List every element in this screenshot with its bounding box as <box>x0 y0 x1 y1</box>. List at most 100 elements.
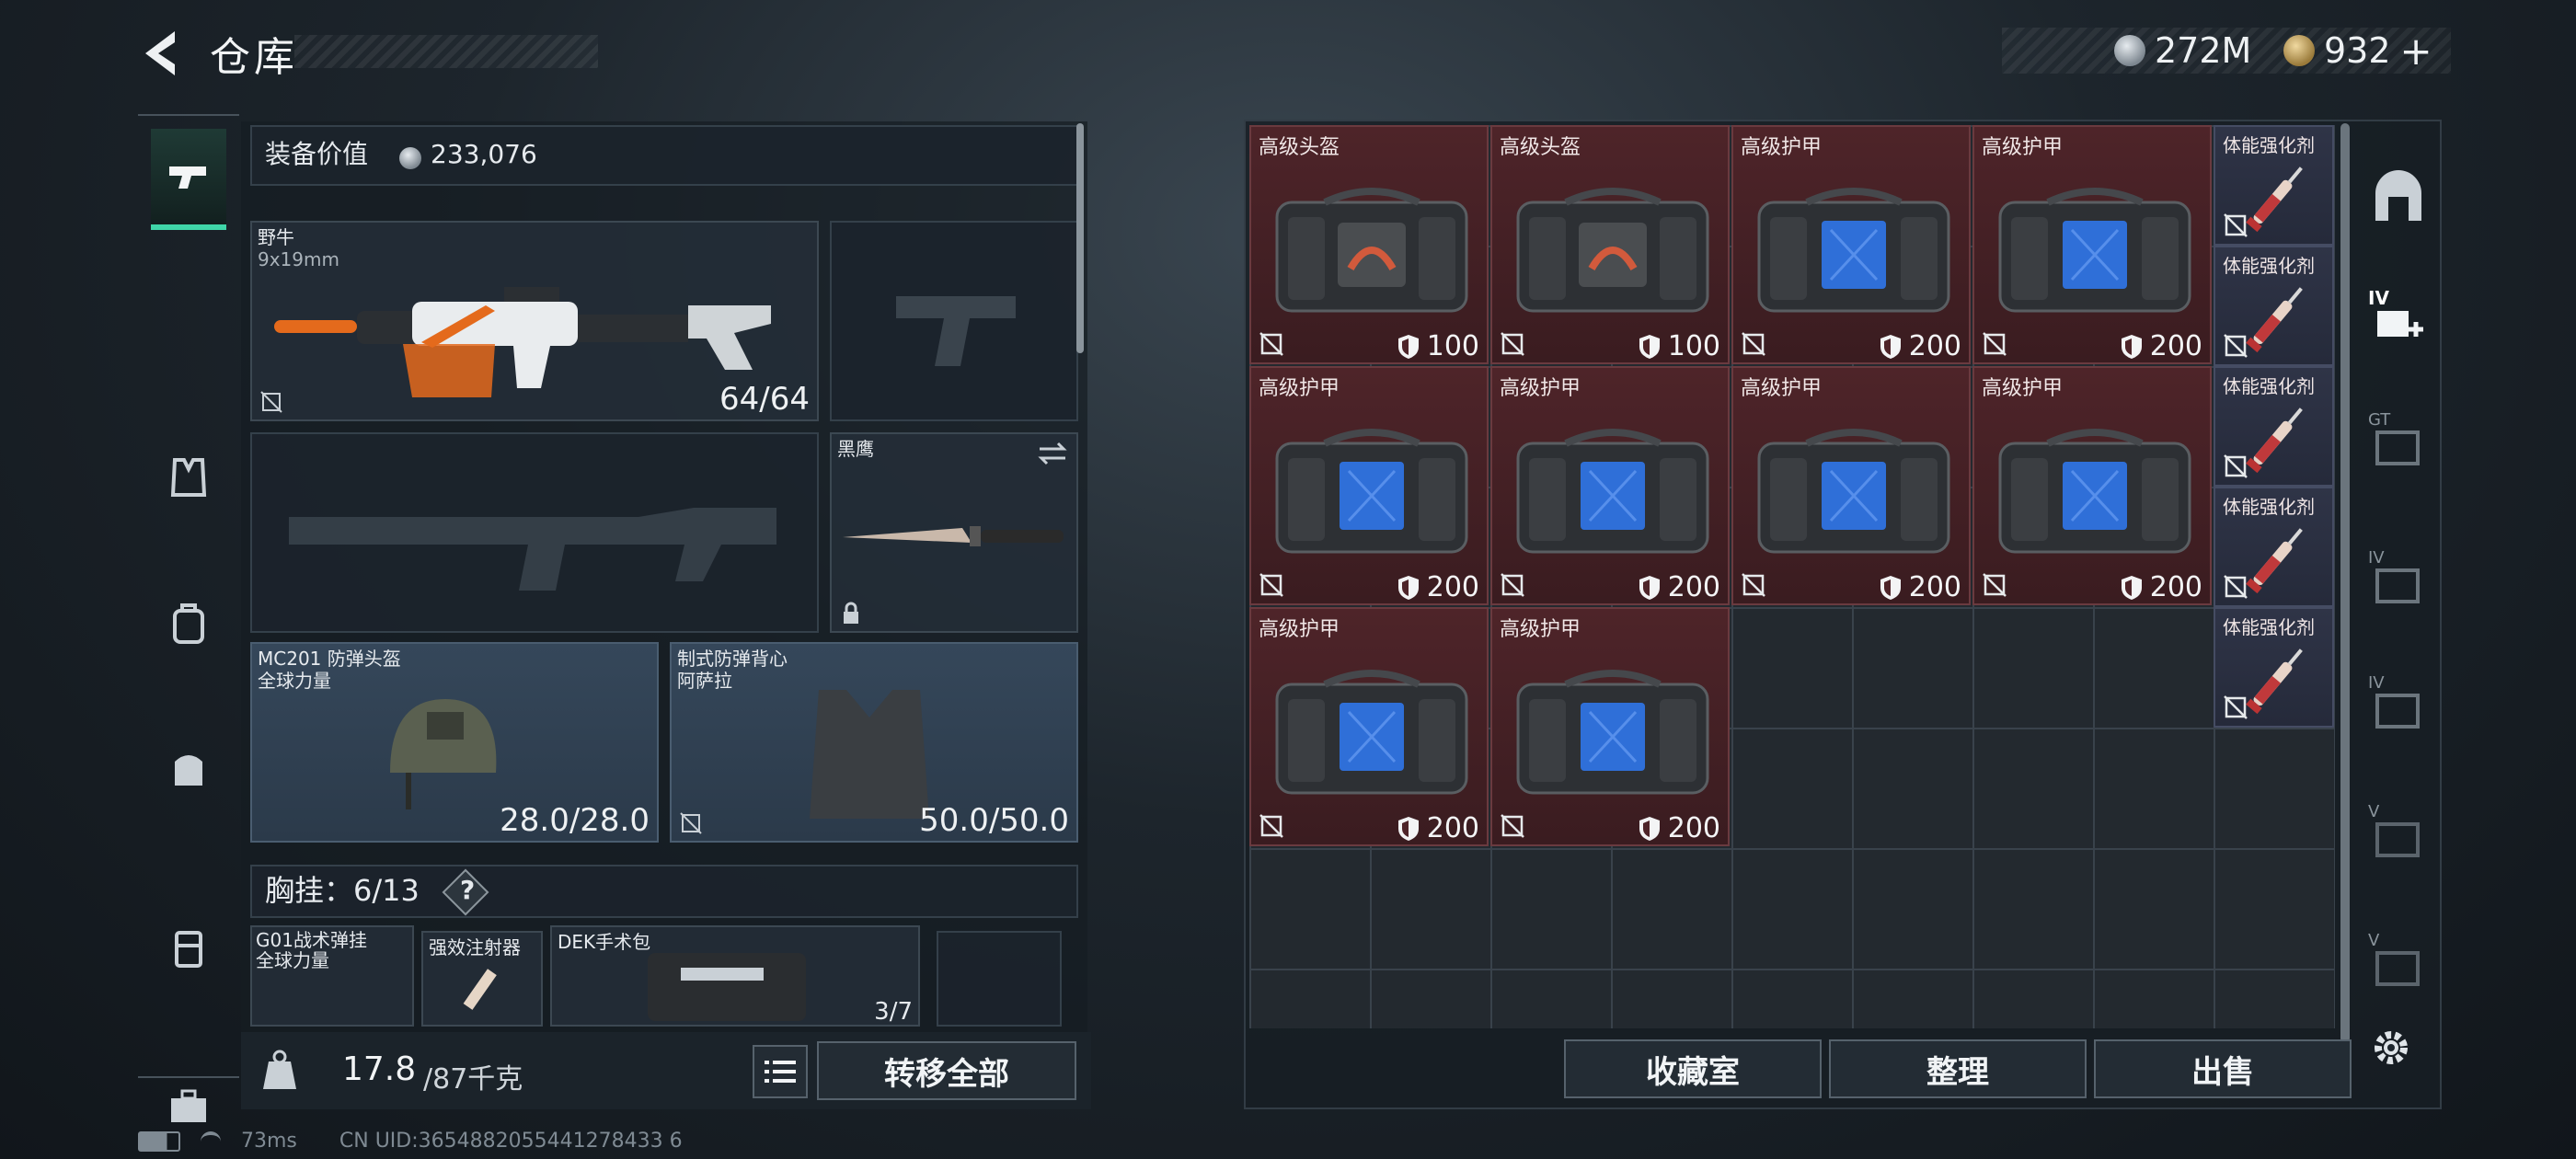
stash-page-5[interactable]: V <box>2368 802 2429 863</box>
locked-page-icon <box>2375 822 2420 857</box>
item-name: 高级护甲 <box>1259 618 1340 641</box>
sell-button[interactable]: 出售 <box>2094 1039 2352 1098</box>
item-durability: 100 <box>1639 330 1720 362</box>
helmet-slot[interactable]: MC201 防弹头盔 全球力量 28.0/28.0 <box>250 642 659 843</box>
armor-bag-icon <box>1757 188 1950 313</box>
item-name: 高级头盔 <box>1500 136 1581 159</box>
silver-coin-icon <box>2114 35 2145 66</box>
primary-weapon-slot[interactable]: 野牛 9x19mm 64/64 <box>250 221 819 421</box>
weight-bar: 17.8 /87千克 转移全部 <box>241 1032 1091 1109</box>
stash-page-6[interactable]: V <box>2368 931 2429 992</box>
stash-scrollbar[interactable] <box>2340 123 2350 1043</box>
stash-item[interactable]: 高级护甲 200 <box>1972 125 2212 364</box>
settings-gear-icon[interactable] <box>2368 1025 2414 1071</box>
item-name: 高级护甲 <box>1982 377 2064 400</box>
stash-item[interactable]: 高级头盔 100 <box>1490 125 1730 364</box>
list-view-button[interactable] <box>753 1045 808 1098</box>
rig-item-brand: 全球力量 <box>256 949 329 971</box>
gold-coin-icon <box>2283 35 2315 66</box>
stash-page-4[interactable]: IV <box>2368 673 2429 734</box>
helmet-bag-icon <box>1275 188 1468 313</box>
armor-bag-icon <box>1998 429 2191 554</box>
stash-item[interactable]: 高级护甲 200 <box>1249 607 1489 846</box>
item-name: 高级护甲 <box>1741 136 1823 159</box>
stash-syringe-item[interactable]: 体能强化剂 <box>2214 366 2334 487</box>
wifi-icon <box>201 1130 221 1152</box>
stash-item[interactable]: 高级头盔 100 <box>1249 125 1489 364</box>
item-durability-value: 200 <box>1908 571 1961 603</box>
rail-weapons[interactable] <box>151 129 226 230</box>
vest-icon <box>810 690 929 819</box>
armor-slot[interactable]: 制式防弹背心 阿萨拉 50.0/50.0 <box>670 642 1078 843</box>
weight-max: /87千克 <box>423 1063 523 1096</box>
stash-page-icon <box>2375 430 2420 465</box>
item-name: 高级护甲 <box>1500 618 1581 641</box>
weapon-name: 野牛 <box>258 226 294 248</box>
item-durability-value: 200 <box>2149 330 2202 362</box>
secondary-weapon-slot[interactable] <box>830 221 1078 421</box>
gold-plus-icon[interactable]: + <box>2400 29 2432 74</box>
melee-slot[interactable]: 黑鹰 <box>830 432 1078 633</box>
rail-case[interactable] <box>151 896 226 997</box>
stash-syringe-item[interactable]: 体能强化剂 <box>2214 607 2334 728</box>
injector-slot[interactable]: 强效注射器 <box>421 931 543 1027</box>
medkit-slot[interactable]: DEK手术包 3/7 <box>550 925 920 1027</box>
stash-page-3[interactable]: IV <box>2368 548 2429 609</box>
collection-room-button[interactable]: 收藏室 <box>1564 1039 1822 1098</box>
stash-page-rail: IV GT IV IV V V <box>2355 125 2442 1027</box>
stash-page-2[interactable]: GT <box>2368 410 2429 471</box>
transfer-all-button[interactable]: 转移全部 <box>817 1041 1076 1100</box>
rig-item-slot[interactable]: G01战术弹挂 全球力量 <box>250 925 414 1027</box>
list-icon <box>765 1061 796 1083</box>
item-name: 体能强化剂 <box>2223 616 2315 638</box>
stash-page-add[interactable]: IV <box>2368 287 2429 348</box>
swap-icon[interactable] <box>1036 440 1069 467</box>
item-durability: 200 <box>1880 571 1961 603</box>
stash-syringe-item[interactable]: 体能强化剂 <box>2214 487 2334 607</box>
armor-bag-icon <box>1275 670 1468 795</box>
item-durability-value: 100 <box>1426 330 1479 362</box>
stash-item[interactable]: 高级护甲 200 <box>1731 125 1971 364</box>
stash-item[interactable]: 高级护甲 200 <box>1731 366 1971 605</box>
pistol-placeholder-icon <box>896 296 1016 366</box>
medkit-icon <box>648 953 806 1021</box>
item-durability: 200 <box>1639 571 1720 603</box>
rail-vest[interactable] <box>151 427 226 528</box>
item-name: 高级护甲 <box>1982 136 2064 159</box>
stash-syringe-item[interactable]: 体能强化剂 <box>2214 246 2334 366</box>
helmet-icon <box>390 699 497 809</box>
back-arrow-icon[interactable] <box>138 28 184 79</box>
equipment-value-bar: 装备价值 233,076 <box>250 125 1078 186</box>
armor-bag-icon <box>1275 429 1468 554</box>
item-durability: 200 <box>2121 330 2202 362</box>
item-durability-value: 200 <box>1426 571 1479 603</box>
rail-bag[interactable] <box>151 717 226 819</box>
rifle-slot[interactable] <box>250 432 819 633</box>
syringe-icon <box>463 969 497 1010</box>
helmet-durability: 28.0/28.0 <box>500 802 650 839</box>
stash-item[interactable]: 高级护甲 200 <box>1972 366 2212 605</box>
stash-item[interactable]: 高级护甲 200 <box>1490 607 1730 846</box>
arch-icon[interactable] <box>2368 166 2429 226</box>
armor-name: 制式防弹背心 <box>677 648 788 670</box>
medkit-uses: 3/7 <box>874 998 913 1026</box>
stash-item[interactable]: 高级护甲 200 <box>1490 366 1730 605</box>
organize-button[interactable]: 整理 <box>1829 1039 2087 1098</box>
item-durability-value: 200 <box>2149 571 2202 603</box>
battery-icon <box>138 1130 180 1152</box>
stash-syringe-item[interactable]: 体能强化剂 <box>2214 125 2334 246</box>
pistol-icon <box>169 166 206 189</box>
weight-icon <box>263 1050 296 1089</box>
helmet-bag-icon <box>1516 188 1709 313</box>
stash-item[interactable]: 高级护甲 200 <box>1249 366 1489 605</box>
ping-value: 73ms <box>241 1130 297 1153</box>
empty-rig-slot[interactable] <box>937 931 1062 1027</box>
vest-icon <box>170 458 207 497</box>
item-durability: 200 <box>1397 812 1479 844</box>
gold-currency[interactable]: 932 + <box>2283 28 2432 74</box>
item-name: 体能强化剂 <box>2223 134 2315 156</box>
loadout-scrollbar[interactable] <box>1076 123 1084 353</box>
armor-bag-icon <box>1516 670 1709 795</box>
item-name: 高级头盔 <box>1259 136 1340 159</box>
rail-backpack[interactable] <box>151 574 226 675</box>
